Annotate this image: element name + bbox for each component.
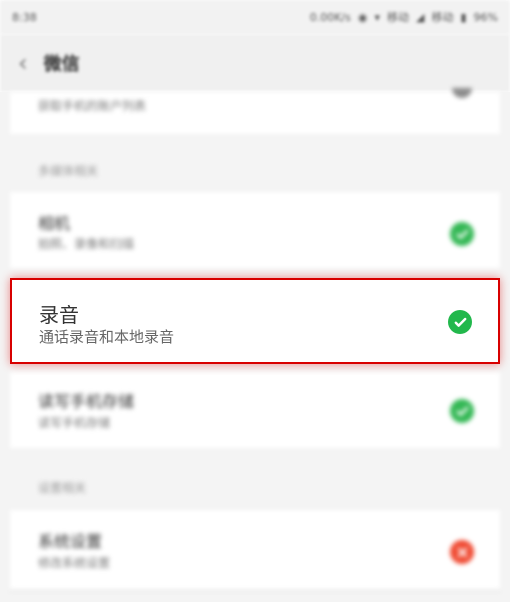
section-header-settings: 设置相关 bbox=[38, 481, 87, 495]
status-bar: 8:38 0.00K/s ◉ ▾ 移动 ◢ 移动 ▮ 96% bbox=[0, 0, 510, 34]
chevron-left-icon[interactable]: ‹ bbox=[18, 51, 28, 75]
permission-row-system-settings[interactable]: 系统设置 修改系统设置 bbox=[10, 510, 500, 590]
signal-label: 移动 bbox=[387, 11, 410, 24]
permission-subtitle: 修改系统设置 bbox=[38, 556, 111, 570]
wifi-icon: ▾ bbox=[374, 10, 381, 24]
permission-row-camera[interactable]: 相机 拍照、录像和扫描 bbox=[10, 192, 500, 268]
permission-title: 读写手机存储 bbox=[38, 392, 135, 411]
check-icon bbox=[450, 222, 474, 246]
section-header-multimedia: 多媒体相关 bbox=[38, 164, 99, 178]
check-icon bbox=[448, 310, 472, 334]
check-icon bbox=[450, 399, 474, 423]
permission-row-accounts[interactable]: 获取手机的账户列表 bbox=[10, 88, 500, 134]
permission-subtitle: 读写手机存储 bbox=[38, 416, 111, 430]
network-speed: 0.00K/s bbox=[309, 10, 351, 24]
page-title: 微信 bbox=[43, 54, 80, 75]
status-icons: 0.00K/s ◉ ▾ 移动 ◢ 移动 ▮ 96% bbox=[310, 9, 498, 25]
permission-subtitle: 通话录音和本地录音 bbox=[39, 328, 175, 346]
permission-title: 相机 bbox=[38, 214, 71, 233]
close-icon bbox=[450, 540, 474, 564]
permission-row-recording[interactable]: 录音 通话录音和本地录音 bbox=[10, 278, 500, 364]
permissions-list: 获取手机的账户列表 多媒体相关 相机 拍照、录像和扫描 录音 通话录音和本地录音… bbox=[0, 88, 510, 602]
permission-title: 录音 bbox=[39, 303, 79, 327]
permission-subtitle: 获取手机的账户列表 bbox=[38, 99, 147, 113]
app-bar: ‹ 微信 bbox=[0, 34, 510, 92]
permission-title: 系统设置 bbox=[38, 532, 103, 551]
battery-icon: ▮ bbox=[460, 10, 467, 24]
permission-subtitle: 拍照、录像和扫描 bbox=[38, 237, 135, 251]
list-divider bbox=[10, 590, 500, 591]
permission-row-storage[interactable]: 读写手机存储 读写手机存储 bbox=[10, 372, 500, 448]
status-time: 8:38 bbox=[12, 10, 37, 24]
signal-icon: ◢ bbox=[416, 10, 425, 24]
volume-icon: ◉ bbox=[357, 10, 368, 24]
battery-percent: 96% bbox=[473, 10, 498, 24]
check-icon bbox=[452, 88, 472, 98]
signal-label-2: 移动 bbox=[431, 11, 454, 24]
